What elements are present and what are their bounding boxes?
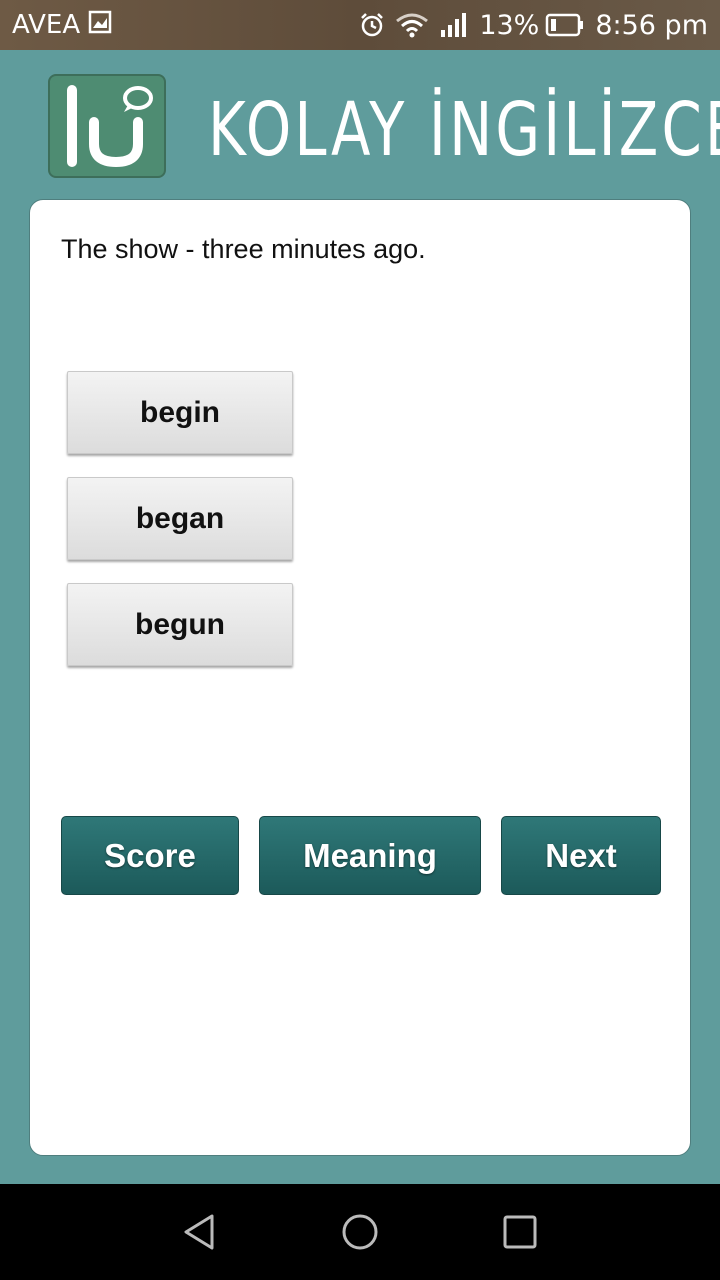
quiz-card: The show - three minutes ago. begin bega…: [29, 199, 691, 1156]
logo-ki-icon: [67, 85, 153, 168]
battery-icon: [545, 12, 585, 38]
meaning-button[interactable]: Meaning: [259, 816, 481, 895]
option-button-began[interactable]: began: [67, 477, 293, 560]
battery-percent: 13%: [479, 9, 540, 41]
app-title: KOLAY İNGİLİZCE: [208, 87, 720, 173]
system-nav-bar: [0, 1184, 720, 1280]
signal-icon: [439, 12, 469, 38]
status-bar: AVEA 13% 8:56 pm: [0, 0, 720, 50]
alarm-icon: [359, 12, 385, 38]
recent-apps-icon[interactable]: [500, 1212, 540, 1252]
option-button-begun[interactable]: begun: [67, 583, 293, 666]
score-button[interactable]: Score: [61, 816, 239, 895]
option-button-begin[interactable]: begin: [67, 371, 293, 454]
status-left: AVEA: [12, 10, 112, 41]
home-icon[interactable]: [340, 1212, 380, 1252]
clock: 8:56 pm: [595, 9, 708, 41]
app-logo: [48, 74, 166, 178]
next-button[interactable]: Next: [501, 816, 661, 895]
gallery-icon: [88, 10, 112, 41]
battery-indicator: 13%: [479, 10, 585, 41]
wifi-icon: [395, 12, 429, 38]
carrier-label: AVEA: [12, 10, 81, 40]
app-header: KOLAY İNGİLİZCE: [0, 50, 720, 200]
question-text: The show - three minutes ago.: [61, 234, 426, 264]
back-icon[interactable]: [180, 1212, 220, 1252]
status-right: 13% 8:56 pm: [359, 10, 708, 41]
